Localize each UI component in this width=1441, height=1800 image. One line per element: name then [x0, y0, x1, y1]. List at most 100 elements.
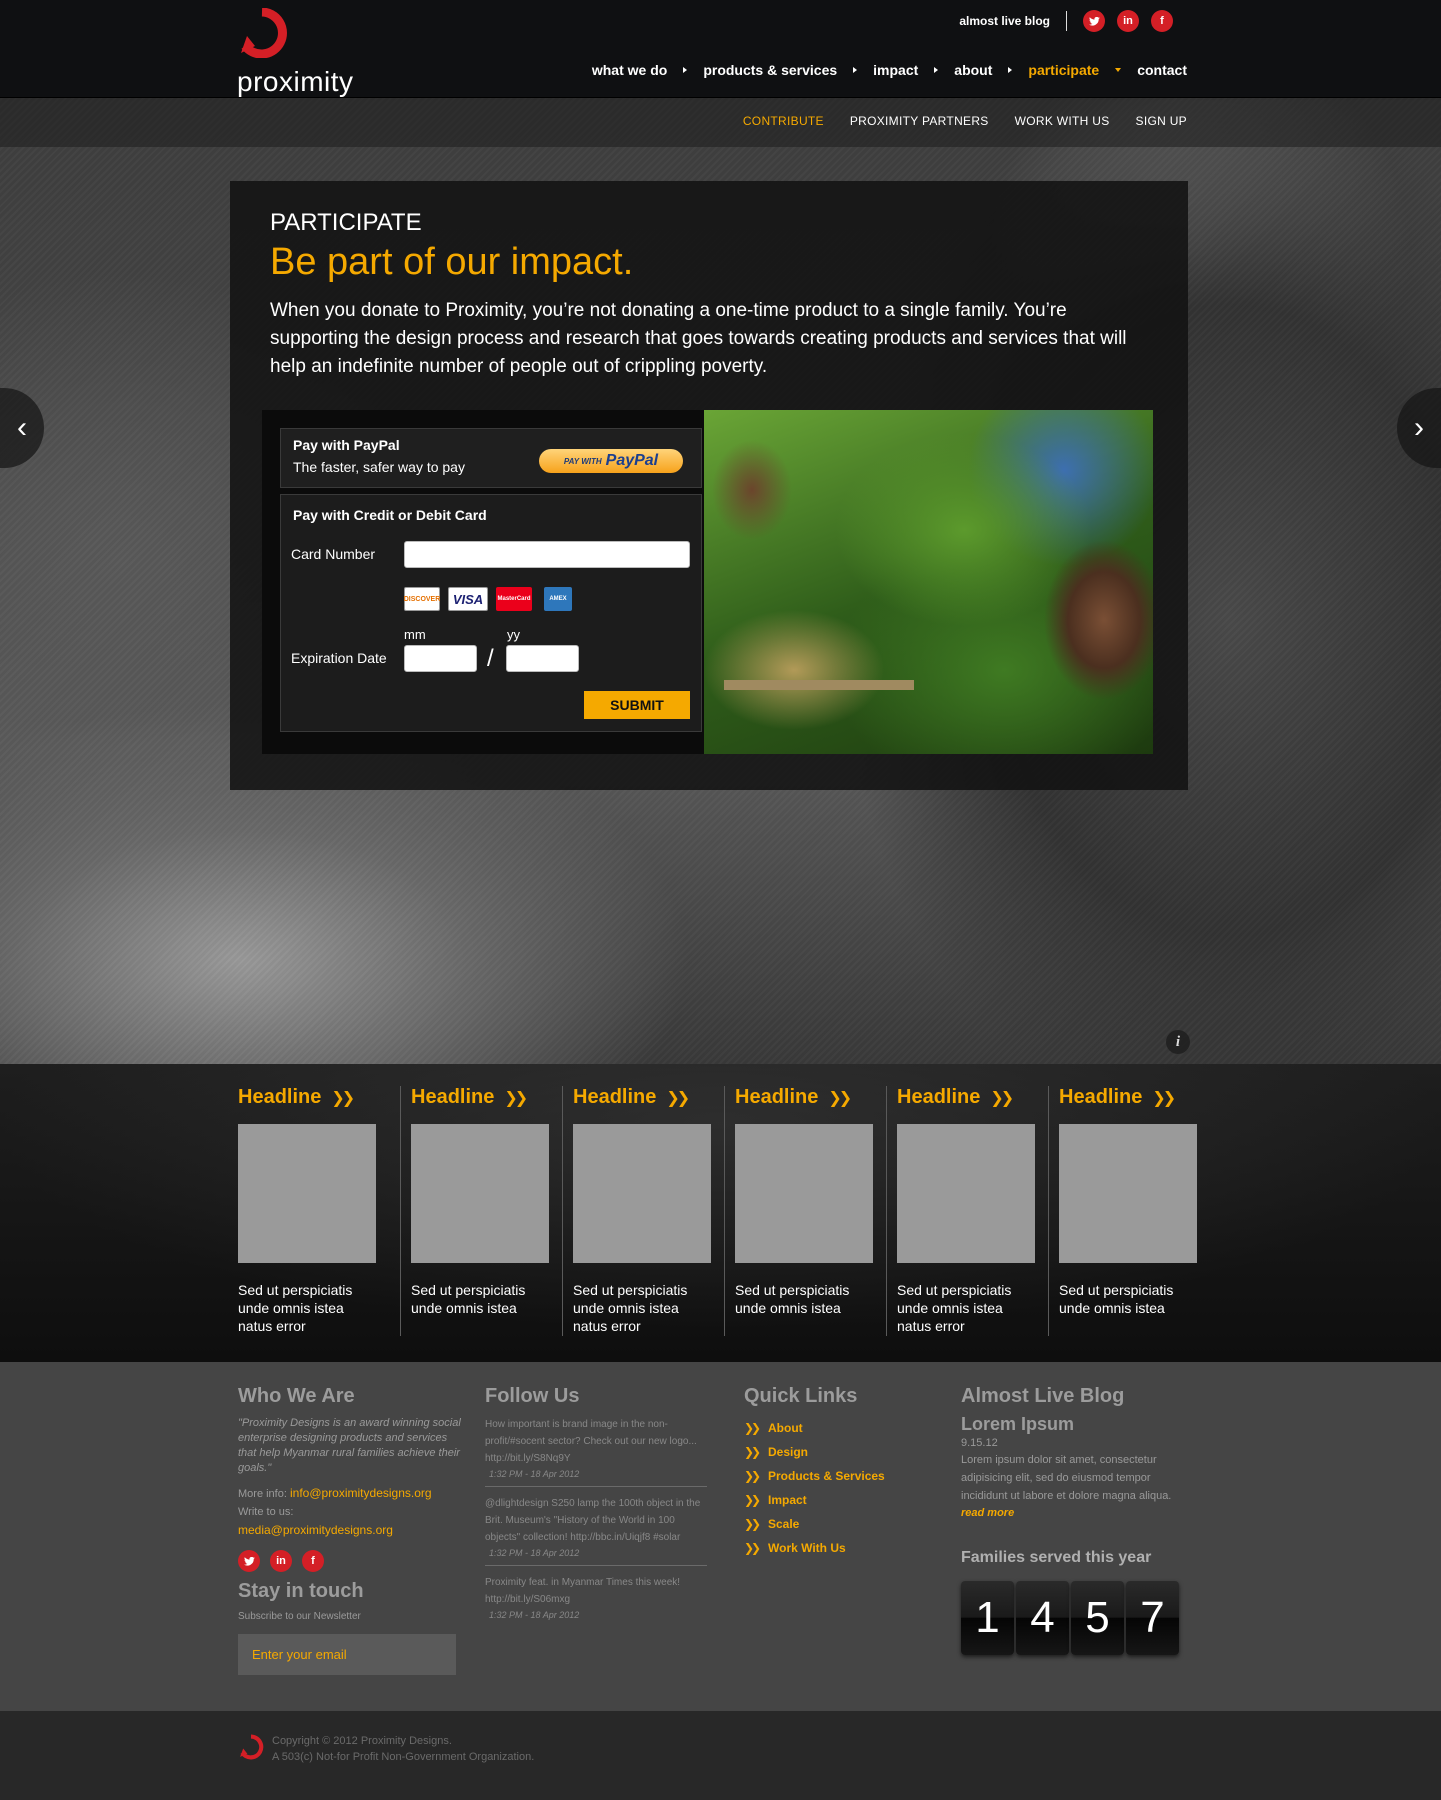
footer-logo-icon [240, 1734, 264, 1760]
facebook-icon[interactable]: f [302, 1550, 324, 1572]
quick-link-products-services[interactable]: ❯❯ Products & Services [744, 1464, 924, 1488]
tweet-time: 1:32 PM - 18 Apr 2012 [489, 1469, 580, 1479]
counter-digit: 1 [961, 1581, 1014, 1655]
linkedin-icon[interactable]: in [1117, 10, 1139, 32]
headline-thumbnail[interactable] [897, 1124, 1035, 1263]
facebook-icon[interactable]: f [1151, 10, 1173, 32]
proximity-logo[interactable]: proximity [237, 8, 357, 97]
exp-month-input[interactable] [404, 645, 477, 672]
counter-digit: 4 [1016, 1581, 1069, 1655]
nav-what-we-do[interactable]: what we do [592, 58, 667, 82]
card-logos: DISCOVER VISA MasterCard AMEX [404, 587, 572, 611]
tweet-item: Proximity feat. in Myanmar Times this we… [485, 1566, 707, 1627]
almost-live-blog-link[interactable]: almost live blog [959, 14, 1050, 28]
bottom-bar: Copyright © 2012 Proximity Designs. A 50… [0, 1711, 1441, 1800]
nav-about[interactable]: about [954, 58, 992, 82]
nav-participate[interactable]: participate [1028, 58, 1099, 82]
quick-link-label[interactable]: Impact [768, 1493, 807, 1507]
double-chevron-icon: ❯❯ [666, 1089, 690, 1107]
headline-title[interactable]: Headline [735, 1086, 818, 1109]
follow-title: Follow Us [485, 1385, 580, 1407]
headline-card[interactable]: Headline ❯❯ Sed ut perspiciatis unde omni… [238, 1086, 400, 1336]
quick-link-label[interactable]: About [768, 1421, 803, 1435]
tweet-text[interactable]: Proximity feat. in Myanmar Times this we… [485, 1574, 707, 1608]
expiration-label: Expiration Date [291, 650, 387, 666]
nav-contact[interactable]: contact [1137, 58, 1187, 82]
quick-link-label[interactable]: Work With Us [768, 1541, 846, 1555]
info-icon[interactable]: i [1166, 1030, 1190, 1054]
headline-thumbnail[interactable] [411, 1124, 549, 1263]
headline-text: Sed ut perspiciatis unde omnis istea nat… [238, 1282, 353, 1334]
section-kicker: PARTICIPATE [270, 209, 422, 236]
headline-card[interactable]: Headline ❯❯ Sed ut perspiciatis unde omni… [886, 1086, 1048, 1336]
org-line: A 503(c) Not-for Profit Non-Government O… [272, 1751, 535, 1763]
headline-thumbnail[interactable] [238, 1124, 376, 1263]
month-label: mm [404, 627, 426, 642]
twitter-icon[interactable] [238, 1550, 260, 1572]
headline-thumbnail[interactable] [1059, 1124, 1197, 1263]
footer-follow-us: Follow Us How important is brand image i… [485, 1385, 707, 1627]
nav-impact[interactable]: impact [873, 58, 918, 82]
quick-link-work-with-us[interactable]: ❯❯ Work With Us [744, 1536, 924, 1560]
quick-link-scale[interactable]: ❯❯ Scale [744, 1512, 924, 1536]
newsletter-email-input[interactable]: Enter your email [238, 1634, 456, 1675]
quick-link-label[interactable]: Products & Services [768, 1469, 885, 1483]
double-chevron-icon: ❯❯ [744, 1541, 761, 1555]
page-title: Be part of our impact. [270, 241, 634, 283]
nav-arrow-down-icon [1115, 68, 1122, 72]
read-more-link[interactable]: read more [961, 1507, 1191, 1519]
quick-link-about[interactable]: ❯❯ About [744, 1416, 924, 1440]
tweet-item: How important is brand image in the non-… [485, 1408, 707, 1487]
headline-title[interactable]: Headline [897, 1086, 980, 1109]
twitter-icon[interactable] [1083, 10, 1105, 32]
headline-card[interactable]: Headline ❯❯ Sed ut perspiciatis unde omni… [1048, 1086, 1210, 1336]
card-form-title: Pay with Credit or Debit Card [293, 507, 487, 523]
headline-card[interactable]: Headline ❯❯ Sed ut perspiciatis unde omni… [400, 1086, 562, 1336]
headline-title[interactable]: Headline [411, 1086, 494, 1109]
tweet-text[interactable]: @dlightdesign S250 lamp the 100th object… [485, 1495, 707, 1546]
submit-button[interactable]: SUBMIT [584, 691, 690, 719]
stay-in-touch-title: Stay in touch [238, 1580, 364, 1602]
card-number-input[interactable] [404, 541, 690, 568]
double-chevron-icon: ❯❯ [744, 1493, 761, 1507]
double-chevron-icon: ❯❯ [990, 1089, 1014, 1107]
headline-thumbnail[interactable] [735, 1124, 873, 1263]
tweet-item: @dlightdesign S250 lamp the 100th object… [485, 1487, 707, 1566]
media-email-link[interactable]: media@proximitydesigns.org [238, 1523, 393, 1537]
nav-products-services[interactable]: products & services [703, 58, 837, 82]
paypal-button[interactable]: PAY WITH PayPal [539, 449, 683, 473]
quick-links-title: Quick Links [744, 1385, 858, 1407]
quick-link-impact[interactable]: ❯❯ Impact [744, 1488, 924, 1512]
double-chevron-icon: ❯❯ [744, 1469, 761, 1483]
double-chevron-icon: ❯❯ [744, 1445, 761, 1459]
tweet-time: 1:32 PM - 18 Apr 2012 [489, 1548, 580, 1558]
who-quote: "Proximity Designs is an award winning s… [238, 1417, 461, 1474]
blog-post-title[interactable]: Lorem Ipsum [961, 1414, 1191, 1435]
quick-link-label[interactable]: Scale [768, 1517, 799, 1531]
headline-title[interactable]: Headline [238, 1086, 321, 1109]
blog-title: Almost Live Blog [961, 1385, 1125, 1407]
quick-link-label[interactable]: Design [768, 1445, 808, 1459]
quick-link-design[interactable]: ❯❯ Design [744, 1440, 924, 1464]
headline-title[interactable]: Headline [573, 1086, 656, 1109]
headline-card[interactable]: Headline ❯❯ Sed ut perspiciatis unde omni… [562, 1086, 724, 1336]
write-label: Write to us: [238, 1506, 294, 1518]
subnav-work-with-us[interactable]: WORK WITH US [1015, 114, 1110, 128]
headline-card[interactable]: Headline ❯❯ Sed ut perspiciatis unde omni… [724, 1086, 886, 1336]
tweet-time: 1:32 PM - 18 Apr 2012 [489, 1610, 580, 1620]
subnav-sign-up[interactable]: SIGN UP [1136, 114, 1187, 128]
headline-cards: Headline ❯❯ Sed ut perspiciatis unde omni… [238, 1086, 1210, 1336]
utility-bar: almost live blog in f [959, 9, 1173, 33]
headline-thumbnail[interactable] [573, 1124, 711, 1263]
info-email-link[interactable]: info@proximitydesigns.org [290, 1486, 432, 1500]
subnav-proximity-partners[interactable]: PROXIMITY PARTNERS [850, 114, 989, 128]
tweet-text[interactable]: How important is brand image in the non-… [485, 1416, 707, 1467]
mastercard-logo-icon: MasterCard [496, 587, 532, 611]
blog-post-date: 9.15.12 [961, 1437, 998, 1449]
headline-title[interactable]: Headline [1059, 1086, 1142, 1109]
paypal-option: Pay with PayPal The faster, safer way to… [280, 428, 702, 488]
linkedin-icon[interactable]: in [270, 1550, 292, 1572]
subnav-contribute[interactable]: CONTRIBUTE [743, 114, 824, 128]
nav-arrow-icon [1008, 67, 1013, 73]
exp-year-input[interactable] [506, 645, 579, 672]
